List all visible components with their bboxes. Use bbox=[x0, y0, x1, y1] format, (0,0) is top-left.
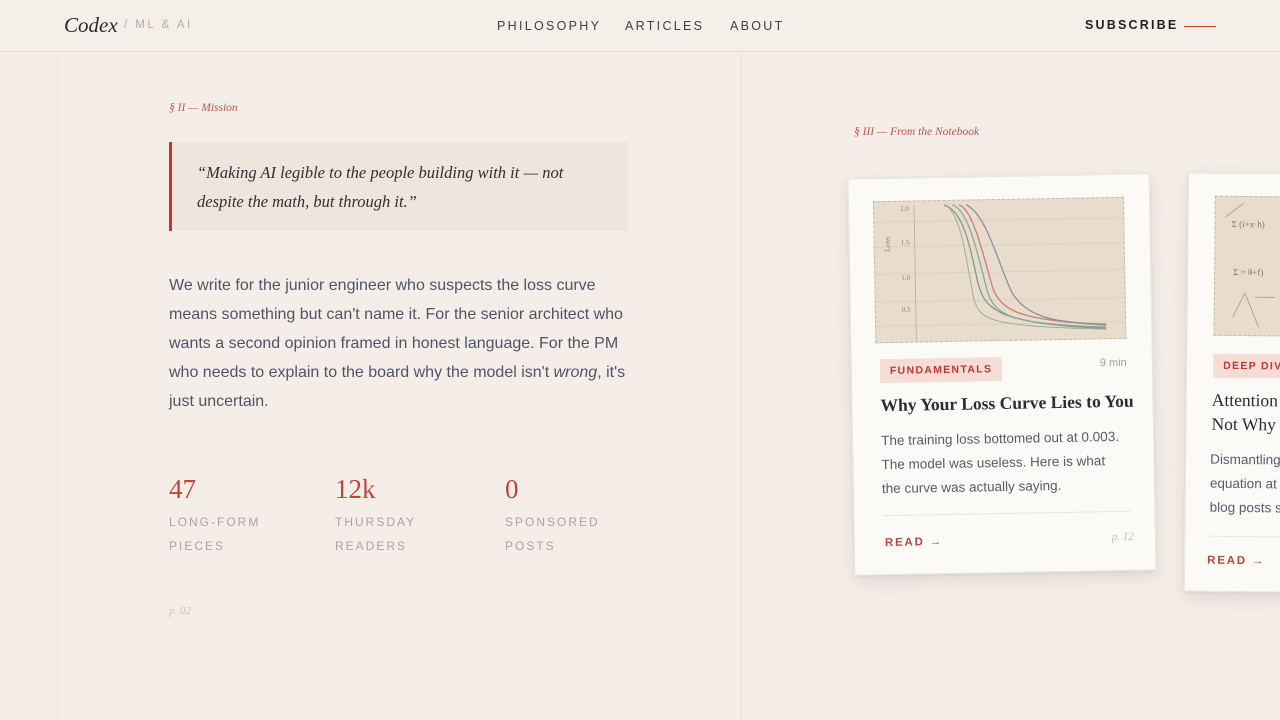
nav-link-articles[interactable]: ARTICLES bbox=[625, 19, 704, 33]
nav-link-about[interactable]: ABOUT bbox=[730, 19, 785, 33]
loss-curve-illustration: Loss 2.0 1.5 1.0 0.5 bbox=[872, 196, 1127, 344]
stat-label-readers: THURSDAY READERS bbox=[335, 510, 416, 558]
stat-value-readers: 12k bbox=[335, 474, 376, 504]
read-article-link[interactable]: READ → bbox=[1207, 555, 1265, 568]
stat-value-sponsored: 0 bbox=[505, 474, 519, 504]
site-section-label: / ML & AI bbox=[124, 19, 193, 31]
mission-pull-quote: “Making AI legible to the people buildin… bbox=[169, 142, 628, 231]
excerpt-line: The model was useless. Here is what bbox=[881, 453, 1106, 473]
column-divider bbox=[741, 52, 742, 720]
stat-label-sponsored: SPONSORED POSTS bbox=[505, 510, 600, 558]
stat-label-line: LONG-FORM bbox=[169, 515, 261, 529]
excerpt-line: Dismantling bbox=[1210, 451, 1280, 468]
stat-label-line: SPONSORED bbox=[505, 515, 600, 529]
category-tag[interactable]: FUNDAMENTALS bbox=[879, 356, 1003, 384]
title-line: Not Why bbox=[1211, 413, 1277, 435]
subscribe-link[interactable]: SUBSCRIBE bbox=[1085, 18, 1178, 32]
card-page-number: p. 12 bbox=[1111, 530, 1134, 544]
loss-curve-sketch bbox=[874, 204, 1126, 342]
axis-label: Loss bbox=[882, 236, 892, 253]
left-margin-rule bbox=[57, 52, 58, 720]
article-excerpt: Dismantling equation at blog posts s bbox=[1210, 448, 1280, 521]
top-navigation-bar: Codex / ML & AI PHILOSOPHY ARTICLES ABOU… bbox=[0, 0, 1280, 52]
section-label-notebook: § III — From the Notebook bbox=[854, 126, 980, 138]
axis-tick-label: 1.5 bbox=[900, 238, 910, 247]
page-number: p. 02 bbox=[169, 605, 191, 617]
mission-body-text: We write for the junior engineer who sus… bbox=[169, 271, 639, 416]
site-logo[interactable]: Codex bbox=[64, 13, 118, 38]
article-title[interactable]: Attention Not Why bbox=[1211, 388, 1278, 437]
stat-label-pieces: LONG-FORM PIECES bbox=[169, 510, 260, 558]
nav-link-philosophy[interactable]: PHILOSOPHY bbox=[497, 19, 601, 33]
axis-tick-label: 1.0 bbox=[901, 273, 911, 282]
axis-tick-label: 0.5 bbox=[901, 305, 911, 314]
excerpt-line: equation at bbox=[1209, 475, 1277, 492]
subscribe-underline-decoration bbox=[1184, 26, 1216, 27]
article-card-loss-curve[interactable]: Loss 2.0 1.5 1.0 0.5 FUNDAMENTALS 9 min … bbox=[847, 173, 1157, 576]
read-time: 9 min bbox=[1099, 356, 1127, 370]
attention-equation-illustration: Σ (i+x·h) Σ = θ+f) bbox=[1213, 195, 1280, 339]
axis-tick-label: 2.0 bbox=[900, 204, 909, 213]
excerpt-line: blog posts s bbox=[1209, 499, 1280, 516]
stat-value-pieces: 47 bbox=[169, 474, 196, 504]
formula-text: Σ = θ+f) bbox=[1233, 266, 1264, 278]
stat-label-line: READERS bbox=[335, 539, 408, 553]
category-tag[interactable]: DEEP DIVE bbox=[1213, 353, 1280, 379]
stat-label-line: PIECES bbox=[169, 539, 226, 553]
section-label-mission: § II — Mission bbox=[169, 102, 238, 114]
card-divider bbox=[1209, 535, 1280, 540]
stat-label-line: POSTS bbox=[505, 539, 556, 553]
body-text-emphasis: wrong bbox=[553, 364, 598, 381]
title-line: Attention bbox=[1211, 389, 1279, 411]
stat-label-line: THURSDAY bbox=[335, 515, 417, 529]
read-article-link[interactable]: READ → bbox=[885, 536, 943, 549]
article-excerpt: The training loss bottomed out at 0.003.… bbox=[881, 425, 1120, 501]
article-card-attention[interactable]: Σ (i+x·h) Σ = θ+f) DEEP DIVE Attention N… bbox=[1183, 172, 1280, 595]
card-divider bbox=[882, 510, 1131, 517]
excerpt-line: the curve was actually saying. bbox=[881, 477, 1062, 497]
article-title[interactable]: Why Your Loss Curve Lies to You bbox=[880, 389, 1134, 417]
formula-text: Σ (i+x·h) bbox=[1231, 218, 1265, 230]
